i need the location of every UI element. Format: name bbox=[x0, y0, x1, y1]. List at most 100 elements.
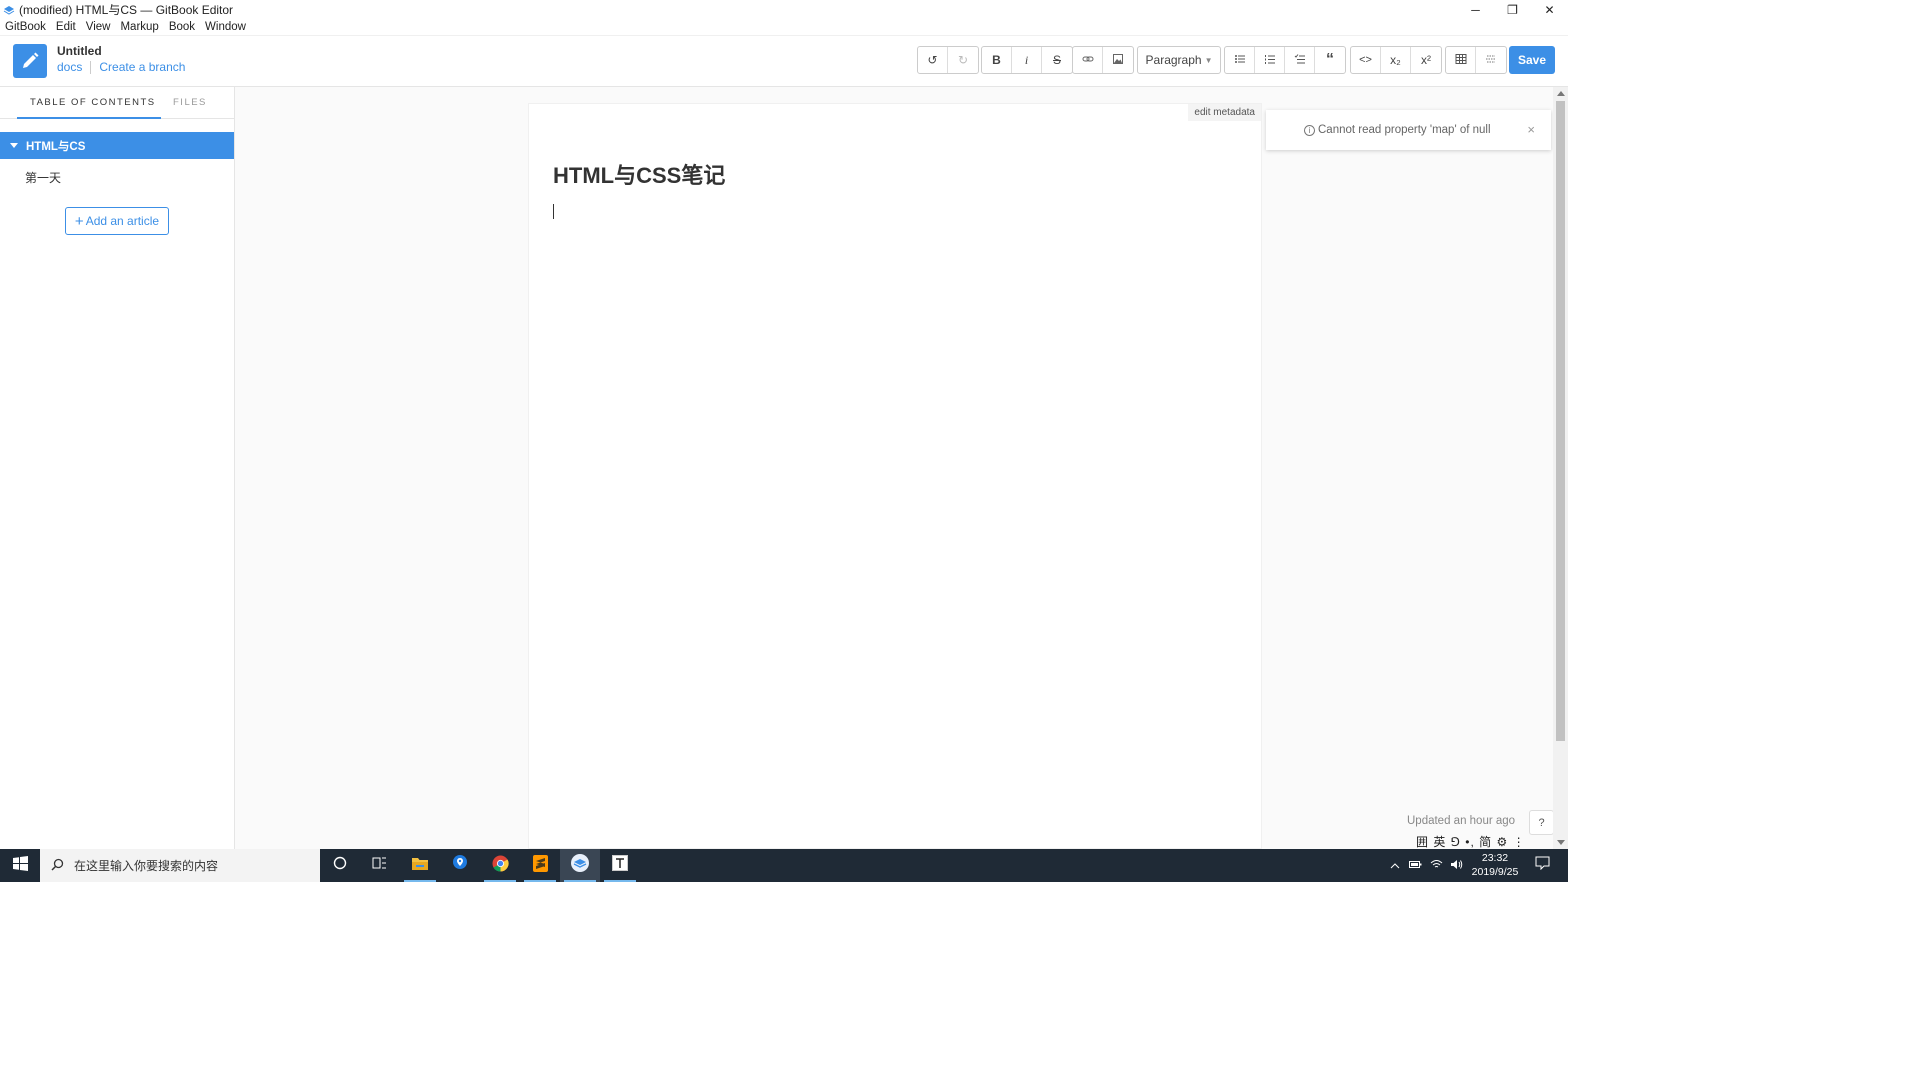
link-icon bbox=[1082, 53, 1094, 68]
link-button[interactable] bbox=[1073, 47, 1103, 73]
clock-time: 23:32 bbox=[1481, 852, 1509, 864]
edit-metadata-button[interactable]: edit metadata bbox=[1188, 104, 1261, 121]
scroll-down-arrow-icon[interactable] bbox=[1557, 840, 1565, 845]
chevron-up-icon[interactable] bbox=[1390, 860, 1400, 872]
image-button[interactable] bbox=[1103, 47, 1133, 73]
ime-toolbar[interactable]: 囲 英 ⅁ •, 简 ⚙ ⋮ bbox=[1416, 833, 1526, 850]
search-icon bbox=[51, 858, 64, 874]
windows-taskbar: 在这里输入你要搜索的内容 23:32 2019/9/25 bbox=[0, 849, 1568, 882]
action-center-button[interactable] bbox=[1522, 849, 1562, 882]
list-group: “ bbox=[1224, 46, 1346, 74]
taskbar-clock[interactable]: 23:32 2019/9/25 bbox=[1466, 851, 1524, 879]
error-toast: i Cannot read property 'map' of null × bbox=[1266, 110, 1551, 150]
menu-gitbook[interactable]: GitBook bbox=[0, 21, 51, 33]
strikethrough-button[interactable]: S bbox=[1042, 47, 1072, 73]
branch-line: docs Create a branch bbox=[57, 60, 185, 74]
code-group: <> x₂ x² bbox=[1350, 46, 1442, 74]
wifi-icon[interactable] bbox=[1430, 859, 1443, 872]
menu-edit[interactable]: Edit bbox=[51, 21, 81, 33]
editor-area: edit metadata HTML与CSS笔记 bbox=[235, 87, 1553, 849]
typora-taskbar-button[interactable] bbox=[600, 849, 640, 882]
active-tab-indicator bbox=[17, 117, 161, 119]
text-style-group: B i S bbox=[981, 46, 1073, 74]
window-titlebar: (modified) HTML与CS — GitBook Editor ─ ❐ … bbox=[0, 0, 1568, 19]
task-view-button[interactable] bbox=[359, 849, 399, 882]
add-article-label: Add an article bbox=[85, 214, 160, 228]
cortana-button[interactable] bbox=[320, 849, 360, 882]
maps-taskbar-button[interactable] bbox=[440, 849, 480, 882]
windows-logo-icon bbox=[12, 855, 28, 876]
horizontal-rule-icon bbox=[1485, 53, 1497, 68]
scroll-up-arrow-icon[interactable] bbox=[1557, 91, 1565, 96]
toc-item[interactable]: 第一天 bbox=[25, 169, 61, 186]
close-window-button[interactable]: ✕ bbox=[1531, 0, 1568, 19]
plus-icon: + bbox=[74, 212, 84, 230]
paragraph-select[interactable]: Paragraph ▼ bbox=[1137, 46, 1221, 74]
toc-item-selected[interactable]: HTML与CS bbox=[0, 132, 234, 159]
battery-icon[interactable] bbox=[1409, 860, 1422, 872]
clock-date: 2019/9/25 bbox=[1471, 866, 1519, 878]
help-button[interactable]: ? bbox=[1529, 810, 1554, 835]
sidebar-tabs: TABLE OF CONTENTS FILES bbox=[0, 87, 235, 119]
start-button[interactable] bbox=[0, 849, 40, 882]
code-button[interactable]: <> bbox=[1351, 47, 1381, 73]
sublime-taskbar-button[interactable] bbox=[520, 849, 560, 882]
add-article-button[interactable]: + Add an article bbox=[65, 207, 169, 235]
menu-view[interactable]: View bbox=[81, 21, 116, 33]
gitbook-taskbar-button[interactable] bbox=[560, 849, 600, 882]
close-icon[interactable]: × bbox=[1527, 122, 1535, 137]
insert-group bbox=[1072, 46, 1134, 74]
horizontal-rule-button[interactable] bbox=[1476, 47, 1506, 73]
redo-button[interactable]: ↻ bbox=[948, 47, 978, 73]
document-page[interactable]: edit metadata HTML与CSS笔记 bbox=[528, 103, 1262, 849]
gitbook-icon bbox=[570, 853, 590, 878]
caret-down-icon[interactable] bbox=[10, 143, 18, 148]
restore-button[interactable]: ❐ bbox=[1494, 0, 1531, 19]
vertical-scrollbar[interactable] bbox=[1553, 87, 1568, 849]
scrollbar-thumb[interactable] bbox=[1556, 101, 1565, 741]
map-pin-icon bbox=[453, 855, 467, 876]
cortana-icon bbox=[333, 856, 347, 875]
menu-markup[interactable]: Markup bbox=[115, 21, 163, 33]
chrome-taskbar-button[interactable] bbox=[480, 849, 520, 882]
paragraph-dropdown[interactable]: Paragraph ▼ bbox=[1138, 47, 1220, 73]
quote-icon: “ bbox=[1326, 51, 1334, 68]
bullet-list-button[interactable] bbox=[1225, 47, 1255, 73]
edit-pencil-icon[interactable] bbox=[13, 44, 47, 78]
minimize-button[interactable]: ─ bbox=[1457, 0, 1494, 19]
undo-button[interactable]: ↺ bbox=[918, 47, 948, 73]
tab-table-of-contents[interactable]: TABLE OF CONTENTS bbox=[30, 97, 156, 108]
toast-message: Cannot read property 'map' of null bbox=[1318, 124, 1491, 136]
search-placeholder: 在这里输入你要搜索的内容 bbox=[74, 859, 219, 873]
image-icon bbox=[1112, 53, 1124, 68]
taskbar-search[interactable]: 在这里输入你要搜索的内容 bbox=[40, 849, 320, 882]
menu-book[interactable]: Book bbox=[164, 21, 200, 33]
subscript-button[interactable]: x₂ bbox=[1381, 47, 1411, 73]
branch-link[interactable]: docs bbox=[57, 60, 82, 74]
editor-header: Untitled docs Create a branch ↺ ↻ B i S bbox=[0, 36, 1568, 87]
blockquote-button[interactable]: “ bbox=[1315, 47, 1345, 73]
code-icon: <> bbox=[1359, 54, 1372, 66]
paragraph-label: Paragraph bbox=[1145, 53, 1202, 67]
task-list-button[interactable] bbox=[1285, 47, 1315, 73]
tab-files[interactable]: FILES bbox=[173, 97, 207, 108]
superscript-button[interactable]: x² bbox=[1411, 47, 1441, 73]
updated-status: Updated an hour ago bbox=[1407, 815, 1516, 827]
save-button[interactable]: Save bbox=[1509, 46, 1555, 74]
file-explorer-taskbar-button[interactable] bbox=[400, 849, 440, 882]
document-heading[interactable]: HTML与CSS笔记 bbox=[553, 158, 725, 190]
create-branch-link[interactable]: Create a branch bbox=[99, 60, 185, 74]
volume-icon[interactable] bbox=[1450, 859, 1463, 873]
text-cursor bbox=[553, 204, 554, 219]
toc-item-label: HTML与CS bbox=[26, 140, 86, 153]
bold-button[interactable]: B bbox=[982, 47, 1012, 73]
menu-window[interactable]: Window bbox=[200, 21, 251, 33]
table-icon bbox=[1455, 53, 1467, 68]
numbered-list-icon bbox=[1264, 53, 1276, 68]
window-title: (modified) HTML与CS — GitBook Editor bbox=[19, 3, 234, 17]
folder-icon bbox=[411, 856, 429, 876]
numbered-list-button[interactable] bbox=[1255, 47, 1285, 73]
table-button[interactable] bbox=[1446, 47, 1476, 73]
gitbook-app-icon bbox=[3, 4, 15, 16]
italic-button[interactable]: i bbox=[1012, 47, 1042, 73]
